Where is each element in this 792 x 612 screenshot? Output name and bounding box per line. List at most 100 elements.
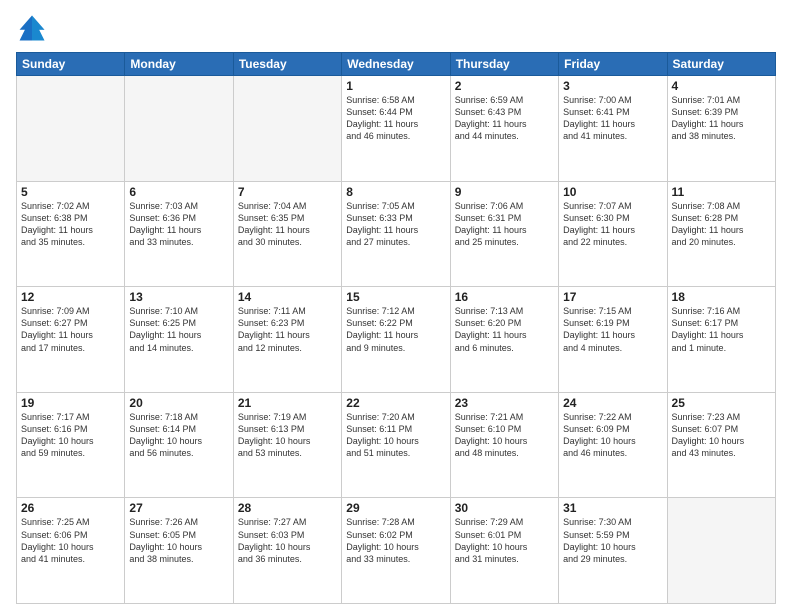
calendar-cell: 31Sunrise: 7:30 AM Sunset: 5:59 PM Dayli… <box>559 498 667 604</box>
day-number: 1 <box>346 79 445 93</box>
day-number: 3 <box>563 79 662 93</box>
calendar-cell: 20Sunrise: 7:18 AM Sunset: 6:14 PM Dayli… <box>125 392 233 498</box>
day-number: 25 <box>672 396 771 410</box>
day-info: Sunrise: 7:05 AM Sunset: 6:33 PM Dayligh… <box>346 200 445 249</box>
day-info: Sunrise: 7:11 AM Sunset: 6:23 PM Dayligh… <box>238 305 337 354</box>
week-row-2: 5Sunrise: 7:02 AM Sunset: 6:38 PM Daylig… <box>17 181 776 287</box>
day-info: Sunrise: 7:06 AM Sunset: 6:31 PM Dayligh… <box>455 200 554 249</box>
calendar-cell: 22Sunrise: 7:20 AM Sunset: 6:11 PM Dayli… <box>342 392 450 498</box>
day-number: 11 <box>672 185 771 199</box>
calendar-table: SundayMondayTuesdayWednesdayThursdayFrid… <box>16 52 776 604</box>
day-info: Sunrise: 7:22 AM Sunset: 6:09 PM Dayligh… <box>563 411 662 460</box>
calendar-cell: 5Sunrise: 7:02 AM Sunset: 6:38 PM Daylig… <box>17 181 125 287</box>
day-number: 29 <box>346 501 445 515</box>
day-number: 21 <box>238 396 337 410</box>
header <box>16 12 776 44</box>
day-number: 7 <box>238 185 337 199</box>
day-info: Sunrise: 7:03 AM Sunset: 6:36 PM Dayligh… <box>129 200 228 249</box>
day-info: Sunrise: 7:18 AM Sunset: 6:14 PM Dayligh… <box>129 411 228 460</box>
calendar-cell: 30Sunrise: 7:29 AM Sunset: 6:01 PM Dayli… <box>450 498 558 604</box>
calendar-cell: 21Sunrise: 7:19 AM Sunset: 6:13 PM Dayli… <box>233 392 341 498</box>
day-info: Sunrise: 7:09 AM Sunset: 6:27 PM Dayligh… <box>21 305 120 354</box>
day-number: 18 <box>672 290 771 304</box>
day-info: Sunrise: 7:00 AM Sunset: 6:41 PM Dayligh… <box>563 94 662 143</box>
calendar-cell: 18Sunrise: 7:16 AM Sunset: 6:17 PM Dayli… <box>667 287 775 393</box>
weekday-header-monday: Monday <box>125 53 233 76</box>
day-number: 20 <box>129 396 228 410</box>
day-info: Sunrise: 6:59 AM Sunset: 6:43 PM Dayligh… <box>455 94 554 143</box>
day-number: 27 <box>129 501 228 515</box>
logo-icon <box>16 12 48 44</box>
day-number: 28 <box>238 501 337 515</box>
calendar-cell: 29Sunrise: 7:28 AM Sunset: 6:02 PM Dayli… <box>342 498 450 604</box>
calendar-cell: 9Sunrise: 7:06 AM Sunset: 6:31 PM Daylig… <box>450 181 558 287</box>
day-number: 30 <box>455 501 554 515</box>
calendar-cell: 23Sunrise: 7:21 AM Sunset: 6:10 PM Dayli… <box>450 392 558 498</box>
week-row-1: 1Sunrise: 6:58 AM Sunset: 6:44 PM Daylig… <box>17 76 776 182</box>
day-info: Sunrise: 7:19 AM Sunset: 6:13 PM Dayligh… <box>238 411 337 460</box>
day-number: 10 <box>563 185 662 199</box>
day-info: Sunrise: 7:15 AM Sunset: 6:19 PM Dayligh… <box>563 305 662 354</box>
day-info: Sunrise: 7:29 AM Sunset: 6:01 PM Dayligh… <box>455 516 554 565</box>
calendar-cell: 12Sunrise: 7:09 AM Sunset: 6:27 PM Dayli… <box>17 287 125 393</box>
calendar-cell: 4Sunrise: 7:01 AM Sunset: 6:39 PM Daylig… <box>667 76 775 182</box>
day-info: Sunrise: 7:25 AM Sunset: 6:06 PM Dayligh… <box>21 516 120 565</box>
day-number: 2 <box>455 79 554 93</box>
day-info: Sunrise: 7:28 AM Sunset: 6:02 PM Dayligh… <box>346 516 445 565</box>
weekday-header-thursday: Thursday <box>450 53 558 76</box>
day-info: Sunrise: 7:12 AM Sunset: 6:22 PM Dayligh… <box>346 305 445 354</box>
day-number: 4 <box>672 79 771 93</box>
day-info: Sunrise: 6:58 AM Sunset: 6:44 PM Dayligh… <box>346 94 445 143</box>
weekday-header-tuesday: Tuesday <box>233 53 341 76</box>
weekday-header-row: SundayMondayTuesdayWednesdayThursdayFrid… <box>17 53 776 76</box>
calendar-cell: 11Sunrise: 7:08 AM Sunset: 6:28 PM Dayli… <box>667 181 775 287</box>
day-number: 6 <box>129 185 228 199</box>
day-number: 24 <box>563 396 662 410</box>
calendar-cell: 3Sunrise: 7:00 AM Sunset: 6:41 PM Daylig… <box>559 76 667 182</box>
page: SundayMondayTuesdayWednesdayThursdayFrid… <box>0 0 792 612</box>
calendar-cell <box>667 498 775 604</box>
calendar-cell: 1Sunrise: 6:58 AM Sunset: 6:44 PM Daylig… <box>342 76 450 182</box>
week-row-4: 19Sunrise: 7:17 AM Sunset: 6:16 PM Dayli… <box>17 392 776 498</box>
day-info: Sunrise: 7:23 AM Sunset: 6:07 PM Dayligh… <box>672 411 771 460</box>
weekday-header-wednesday: Wednesday <box>342 53 450 76</box>
calendar-cell: 14Sunrise: 7:11 AM Sunset: 6:23 PM Dayli… <box>233 287 341 393</box>
calendar-cell: 8Sunrise: 7:05 AM Sunset: 6:33 PM Daylig… <box>342 181 450 287</box>
day-number: 15 <box>346 290 445 304</box>
day-info: Sunrise: 7:01 AM Sunset: 6:39 PM Dayligh… <box>672 94 771 143</box>
week-row-3: 12Sunrise: 7:09 AM Sunset: 6:27 PM Dayli… <box>17 287 776 393</box>
day-info: Sunrise: 7:26 AM Sunset: 6:05 PM Dayligh… <box>129 516 228 565</box>
day-number: 31 <box>563 501 662 515</box>
calendar-cell: 25Sunrise: 7:23 AM Sunset: 6:07 PM Dayli… <box>667 392 775 498</box>
day-info: Sunrise: 7:08 AM Sunset: 6:28 PM Dayligh… <box>672 200 771 249</box>
calendar-cell: 13Sunrise: 7:10 AM Sunset: 6:25 PM Dayli… <box>125 287 233 393</box>
day-number: 5 <box>21 185 120 199</box>
calendar-cell: 17Sunrise: 7:15 AM Sunset: 6:19 PM Dayli… <box>559 287 667 393</box>
calendar-cell: 26Sunrise: 7:25 AM Sunset: 6:06 PM Dayli… <box>17 498 125 604</box>
weekday-header-sunday: Sunday <box>17 53 125 76</box>
day-number: 16 <box>455 290 554 304</box>
week-row-5: 26Sunrise: 7:25 AM Sunset: 6:06 PM Dayli… <box>17 498 776 604</box>
day-number: 19 <box>21 396 120 410</box>
day-number: 17 <box>563 290 662 304</box>
day-number: 12 <box>21 290 120 304</box>
day-info: Sunrise: 7:13 AM Sunset: 6:20 PM Dayligh… <box>455 305 554 354</box>
calendar-cell <box>233 76 341 182</box>
calendar-cell: 6Sunrise: 7:03 AM Sunset: 6:36 PM Daylig… <box>125 181 233 287</box>
calendar-cell: 27Sunrise: 7:26 AM Sunset: 6:05 PM Dayli… <box>125 498 233 604</box>
day-number: 13 <box>129 290 228 304</box>
day-number: 26 <box>21 501 120 515</box>
day-info: Sunrise: 7:07 AM Sunset: 6:30 PM Dayligh… <box>563 200 662 249</box>
calendar-cell: 24Sunrise: 7:22 AM Sunset: 6:09 PM Dayli… <box>559 392 667 498</box>
day-info: Sunrise: 7:17 AM Sunset: 6:16 PM Dayligh… <box>21 411 120 460</box>
day-info: Sunrise: 7:10 AM Sunset: 6:25 PM Dayligh… <box>129 305 228 354</box>
day-number: 23 <box>455 396 554 410</box>
day-info: Sunrise: 7:16 AM Sunset: 6:17 PM Dayligh… <box>672 305 771 354</box>
day-number: 22 <box>346 396 445 410</box>
day-number: 14 <box>238 290 337 304</box>
day-number: 9 <box>455 185 554 199</box>
calendar-cell: 28Sunrise: 7:27 AM Sunset: 6:03 PM Dayli… <box>233 498 341 604</box>
weekday-header-friday: Friday <box>559 53 667 76</box>
day-info: Sunrise: 7:27 AM Sunset: 6:03 PM Dayligh… <box>238 516 337 565</box>
day-info: Sunrise: 7:21 AM Sunset: 6:10 PM Dayligh… <box>455 411 554 460</box>
